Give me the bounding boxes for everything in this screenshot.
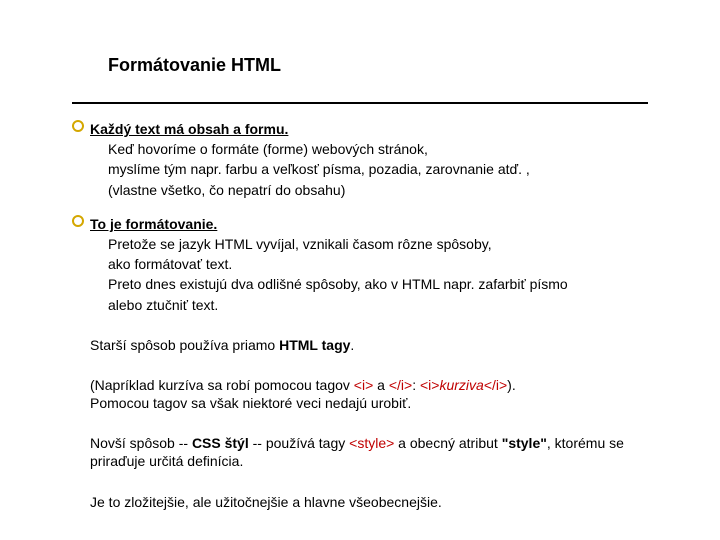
body-line: ako formátovať text. [108, 255, 662, 273]
paragraph: Starší spôsob používa priamo HTML tagy. [90, 336, 662, 354]
tag-literal: <i> [354, 377, 373, 393]
body-line: Pretože se jazyk HTML vyvíjal, vznikali … [108, 235, 662, 253]
body-line: alebo ztučniť text. [108, 296, 662, 314]
horizontal-rule [72, 102, 648, 104]
text: . [350, 337, 354, 353]
body-line: myslíme tým napr. farbu a veľkosť písma,… [108, 160, 662, 178]
italic-text: kurziva [439, 377, 483, 393]
text: (Napríklad kurzíva sa robí pomocou tagov [90, 377, 354, 393]
text: a [373, 377, 389, 393]
paragraph: (Napríklad kurzíva sa robí pomocou tagov… [90, 376, 662, 412]
bold-text: "style" [502, 435, 547, 451]
body-line: (vlastne všetko, čo nepatrí do obsahu) [108, 181, 662, 199]
text: Starší spôsob používa priamo [90, 337, 279, 353]
section-lead: Každý text má obsah a formu. [90, 120, 288, 138]
bold-text: CSS štýl [192, 435, 249, 451]
text: : [412, 377, 420, 393]
bullet-item: Každý text má obsah a formu. [72, 120, 662, 138]
body-line: Preto dnes existujú dva odlišné spôsoby,… [108, 275, 662, 293]
text: Pomocou tagov sa však niektoré veci neda… [90, 395, 411, 411]
paragraph: Novší spôsob -- CSS štýl -- používá tagy… [90, 434, 662, 470]
text: a obecný atribut [394, 435, 501, 451]
section-lead: To je formátovanie. [90, 215, 217, 233]
tag-literal: </i> [484, 377, 507, 393]
bullet-icon [72, 215, 90, 227]
slide-body: Každý text má obsah a formu. Keď hovorím… [72, 120, 662, 517]
text: Novší spôsob -- [90, 435, 192, 451]
bullet-icon [72, 120, 90, 132]
text: -- používá tagy [249, 435, 349, 451]
slide: Formátovanie HTML Každý text má obsah a … [0, 0, 720, 540]
tag-literal: <style> [349, 435, 394, 451]
body-line: Keď hovoríme o formáte (forme) webových … [108, 140, 662, 158]
text: ). [507, 377, 516, 393]
bullet-item: To je formátovanie. [72, 215, 662, 233]
paragraph: Je to zložitejšie, ale užitočnejšie a hl… [90, 493, 662, 511]
bold-text: HTML tagy [279, 337, 350, 353]
tag-literal: </i> [389, 377, 412, 393]
tag-literal: <i> [420, 377, 439, 393]
slide-title: Formátovanie HTML [108, 55, 281, 76]
